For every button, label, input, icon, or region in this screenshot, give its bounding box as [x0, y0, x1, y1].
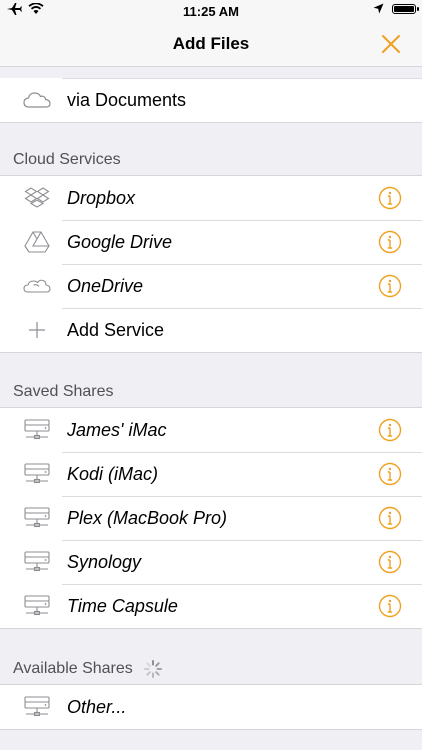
close-icon[interactable]: [380, 33, 402, 55]
battery-icon: [392, 3, 419, 14]
list-item-label: Dropbox: [67, 187, 136, 208]
list-item-via-documents[interactable]: via Documents: [0, 78, 422, 122]
navigation-bar: Add Files: [0, 22, 422, 67]
list-item-label: Synology: [67, 551, 142, 572]
list-item-share[interactable]: Kodi (iMac): [0, 452, 422, 496]
list-item-dropbox[interactable]: Dropbox: [0, 176, 422, 220]
list-item-label: Other...: [67, 696, 127, 717]
server-icon: [24, 551, 50, 572]
info-icon[interactable]: [378, 418, 402, 442]
info-icon[interactable]: [378, 550, 402, 574]
server-icon: [24, 463, 50, 484]
dropbox-icon: [24, 187, 50, 208]
cloud-services-group: Dropbox Google Drive OneDrive Add Servic…: [0, 175, 422, 353]
section-header-available-shares: Available Shares: [13, 659, 163, 679]
list-item-label: Time Capsule: [67, 595, 178, 616]
saved-shares-group: James' iMac Kodi (iMac) Plex (MacBook Pr…: [0, 407, 422, 629]
list-item-label: OneDrive: [67, 275, 144, 296]
status-bar: 11:25 AM: [0, 0, 422, 22]
section-header-saved-shares: Saved Shares: [13, 383, 114, 400]
google-drive-icon: [24, 231, 50, 253]
status-time: 11:25 AM: [183, 4, 239, 19]
list-item-label: Kodi (iMac): [67, 463, 159, 484]
list-item-share[interactable]: Plex (MacBook Pro): [0, 496, 422, 540]
list-item-label: James' iMac: [67, 419, 167, 440]
list-item-label: Add Service: [67, 319, 165, 340]
available-shares-group: Other...: [0, 684, 422, 730]
server-icon: [24, 507, 50, 528]
onedrive-icon: [23, 279, 51, 293]
list-item-label: via Documents: [67, 89, 187, 110]
list-item-share[interactable]: James' iMac: [0, 408, 422, 452]
info-icon[interactable]: [378, 594, 402, 618]
cloud-icon: [23, 92, 51, 108]
list-item-other[interactable]: Other...: [0, 685, 422, 729]
list-item-google-drive[interactable]: Google Drive: [0, 220, 422, 264]
info-icon[interactable]: [378, 274, 402, 298]
list-item-label: Plex (MacBook Pro): [67, 507, 228, 528]
loading-spinner-icon: [144, 660, 163, 678]
list-item-share[interactable]: Synology: [0, 540, 422, 584]
add-service-button[interactable]: Add Service: [0, 308, 422, 352]
list-item-onedrive[interactable]: OneDrive: [0, 264, 422, 308]
info-icon[interactable]: [378, 506, 402, 530]
page-title: Add Files: [172, 34, 250, 53]
top-group: via Documents: [0, 78, 422, 123]
section-header-label: Available Shares: [13, 660, 133, 678]
list-item-share[interactable]: Time Capsule: [0, 584, 422, 628]
info-icon[interactable]: [378, 186, 402, 210]
info-icon[interactable]: [378, 230, 402, 254]
status-right: [373, 3, 419, 14]
info-icon[interactable]: [378, 462, 402, 486]
server-icon: [24, 419, 50, 440]
section-header-cloud-services: Cloud Services: [13, 151, 121, 168]
location-arrow-icon: [373, 3, 384, 14]
list-item-label: Google Drive: [67, 231, 173, 252]
server-icon: [24, 595, 50, 616]
plus-icon: [29, 322, 45, 338]
server-icon: [24, 696, 50, 717]
